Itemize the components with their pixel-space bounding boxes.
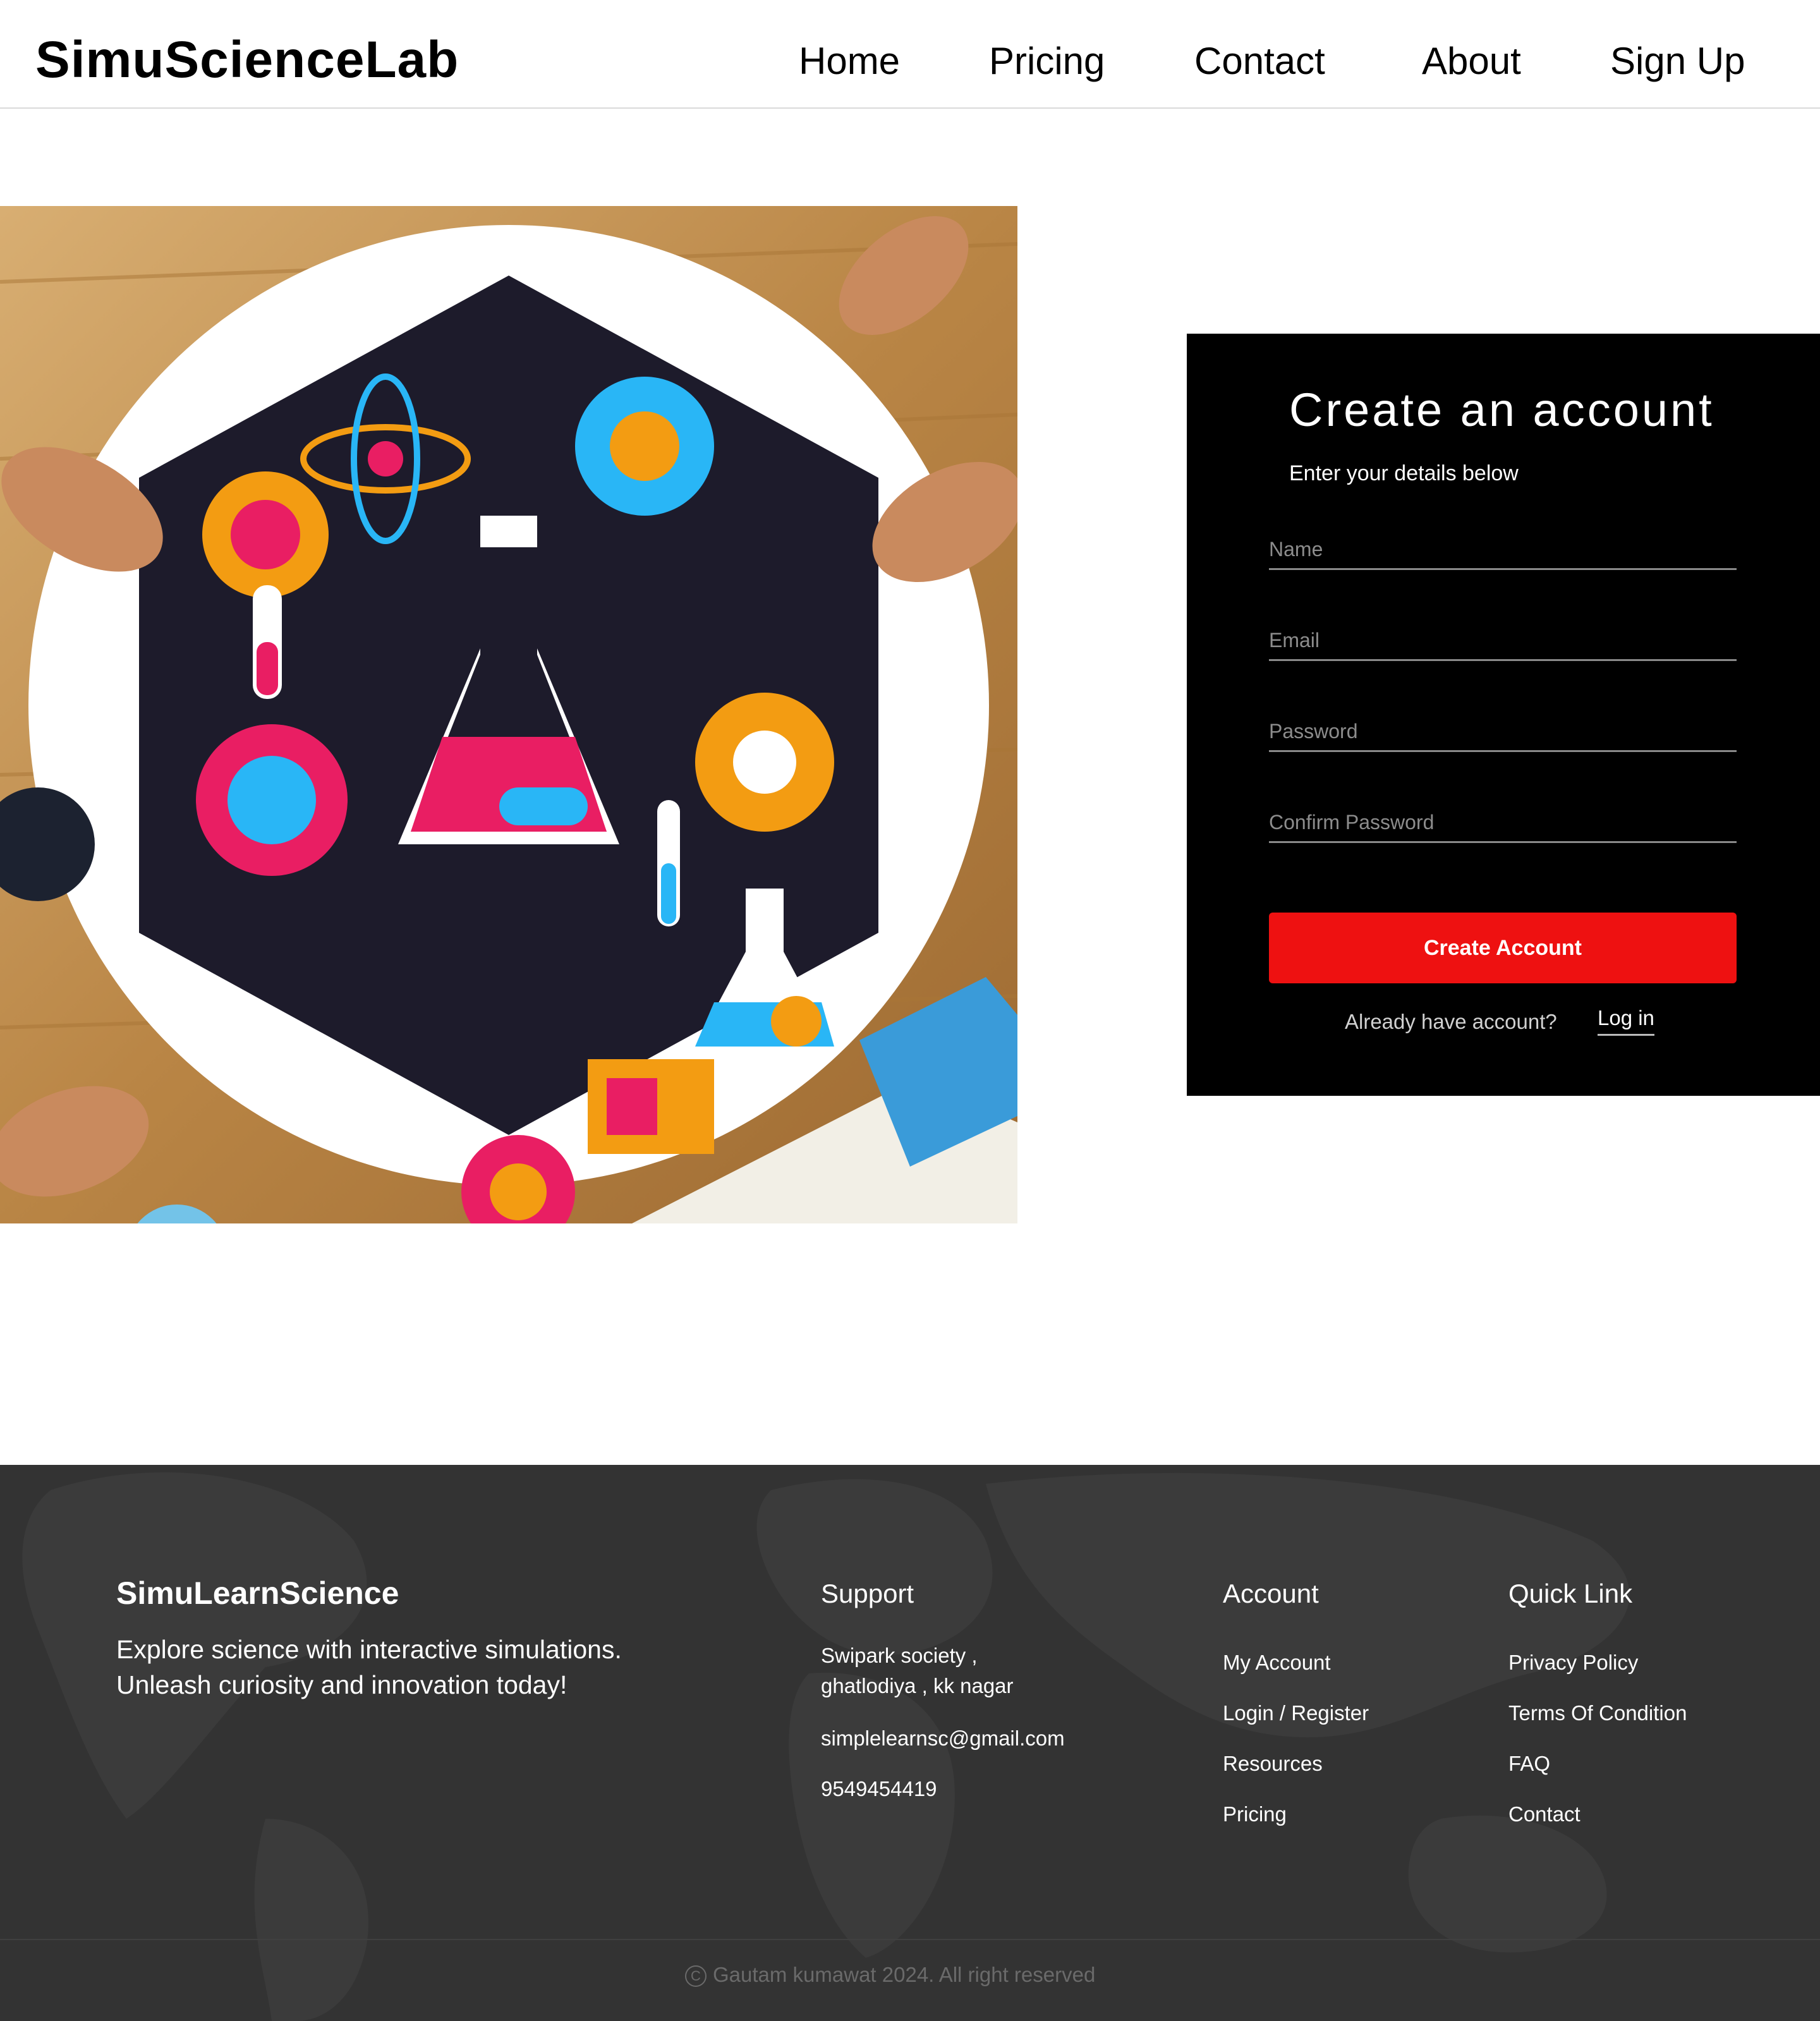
support-heading: Support (821, 1579, 914, 1608)
nav-pricing[interactable]: Pricing (989, 39, 1105, 83)
science-lab-illustration (0, 206, 1017, 1223)
email-field[interactable] (1269, 608, 1737, 661)
footer-link-login-register[interactable]: Login / Register (1223, 1701, 1369, 1725)
confirm-password-field[interactable] (1269, 790, 1737, 843)
support-address: Swipark society , ghatlodiya , kk nagar (821, 1641, 1014, 1701)
nav-about[interactable]: About (1422, 39, 1521, 83)
account-heading: Account (1223, 1579, 1319, 1608)
login-link[interactable]: Log in (1598, 1006, 1654, 1036)
copyright: C Gautam kumawat 2024. All right reserved (685, 1963, 1096, 1988)
site-logo[interactable]: SimuScienceLab (35, 30, 459, 90)
nav-contact[interactable]: Contact (1194, 39, 1325, 83)
copyright-icon: C (685, 1965, 707, 1988)
quick-link-heading: Quick Link (1508, 1579, 1633, 1608)
name-field[interactable] (1269, 517, 1737, 570)
footer-link-my-account[interactable]: My Account (1223, 1651, 1331, 1675)
support-address-line2: ghatlodiya , kk nagar (821, 1674, 1014, 1697)
support-email[interactable]: simplelearnsc@gmail.com (821, 1727, 1065, 1751)
nav-sign-up[interactable]: Sign Up (1610, 39, 1745, 83)
footer-brand: SimuLearnScience (116, 1575, 399, 1611)
signup-subtitle: Enter your details below (1289, 461, 1519, 485)
footer-link-resources[interactable]: Resources (1223, 1752, 1323, 1776)
footer-link-contact[interactable]: Contact (1508, 1802, 1580, 1826)
footer-link-privacy-policy[interactable]: Privacy Policy (1508, 1651, 1638, 1675)
footer-link-pricing[interactable]: Pricing (1223, 1802, 1287, 1826)
nav-home[interactable]: Home (799, 39, 900, 83)
footer-divider (0, 1939, 1820, 1940)
footer-link-terms[interactable]: Terms Of Condition (1508, 1701, 1687, 1725)
site-header: SimuScienceLab Home Pricing Contact Abou… (0, 0, 1820, 109)
copyright-text: Gautam kumawat 2024. All right reserved (713, 1963, 1096, 1986)
footer-tagline-line1: Explore science with interactive simulat… (116, 1635, 622, 1664)
footer-tagline-line2: Unleash curiosity and innovation today! (116, 1670, 567, 1699)
support-address-line1: Swipark society , (821, 1644, 978, 1667)
footer-link-faq[interactable]: FAQ (1508, 1752, 1550, 1776)
site-footer: SimuLearnScience Explore science with in… (0, 1465, 1820, 2021)
signup-panel: Create an account Enter your details bel… (1187, 334, 1820, 1096)
footer-tagline: Explore science with interactive simulat… (116, 1632, 622, 1702)
create-account-button[interactable]: Create Account (1269, 913, 1737, 983)
support-phone[interactable]: 9549454419 (821, 1777, 937, 1801)
hero-image (0, 206, 1017, 1223)
signup-title: Create an account (1289, 384, 1714, 436)
password-field[interactable] (1269, 699, 1737, 752)
already-have-account-text: Already have account? (1345, 1010, 1557, 1033)
